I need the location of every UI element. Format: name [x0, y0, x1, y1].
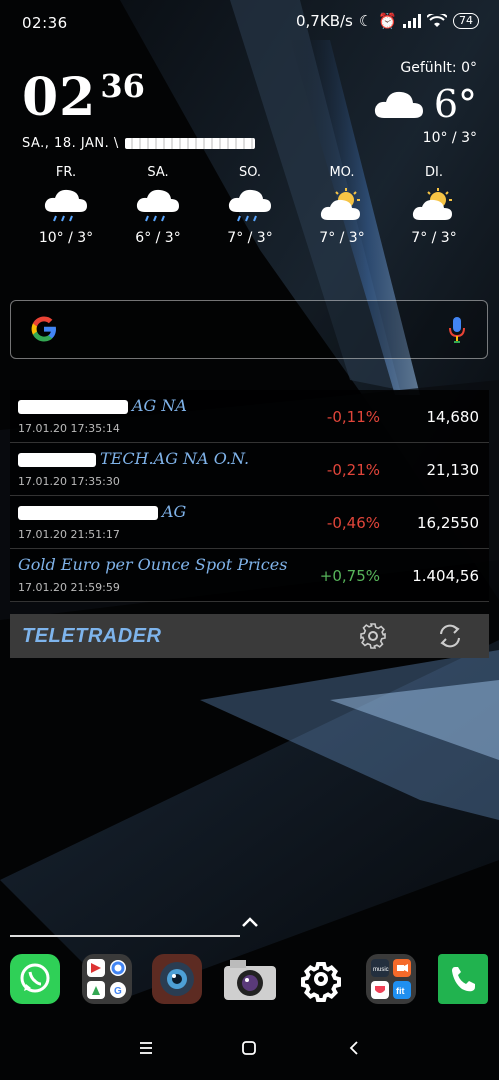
clock-minute: 36	[100, 67, 145, 105]
stock-name-line: TECH.AG NA O.N.	[18, 449, 249, 468]
forecast-day: FR. 10° / 3°	[20, 165, 112, 246]
rain-cloud-icon	[44, 189, 87, 222]
navigation-bar	[0, 1030, 499, 1070]
net-speed: 0,7KB/s	[296, 12, 353, 30]
forecast-day-name: SA.	[147, 165, 169, 180]
stock-timestamp: 17.01.20 17:35:30	[18, 475, 120, 488]
clock-hour: 02	[22, 67, 97, 128]
stock-change: +0,75%	[319, 567, 380, 585]
phone-icon[interactable]	[438, 954, 488, 1004]
redacted-text	[18, 399, 128, 414]
forecast-range: 7° / 3°	[227, 230, 273, 246]
stock-change: -0,21%	[326, 461, 380, 479]
redacted-text	[18, 452, 96, 467]
stock-price: 21,130	[426, 461, 480, 479]
stock-change: -0,11%	[326, 408, 380, 426]
current-temperature: 6°	[433, 82, 477, 126]
google-search-bar[interactable]	[10, 300, 488, 359]
stock-timestamp: 17.01.20 17:35:14	[18, 422, 120, 435]
current-range: 10° / 3°	[422, 130, 477, 146]
forecast-day: MO. 7° / 3°	[296, 165, 388, 246]
alarm-icon: ⏰	[378, 12, 397, 30]
stock-name-line: AG	[18, 502, 186, 521]
forecast-day-name: DI.	[425, 165, 443, 180]
date-text: SA., 18. JAN. \	[22, 136, 119, 151]
forecast-row: FR. 10° / 3° SA. 6° / 3° SO. 7° / 3° MO.…	[0, 165, 499, 246]
forecast-range: 10° / 3°	[38, 230, 94, 246]
forecast-range: 7° / 3°	[411, 230, 457, 246]
forecast-day: SO. 7° / 3°	[204, 165, 296, 246]
teletrader-toolbar: TELETRADER	[10, 614, 489, 658]
feels-like: Gefühlt: 0°	[400, 60, 477, 76]
page-indicator	[10, 935, 240, 937]
svg-text:fit: fit	[396, 986, 405, 996]
current-weather[interactable]: 6°	[374, 82, 477, 126]
stock-timestamp: 17.01.20 21:59:59	[18, 581, 120, 594]
redacted-text	[18, 505, 158, 520]
rain-cloud-icon	[136, 189, 179, 222]
clock-widget[interactable]: 02 36	[22, 67, 145, 124]
stock-name: TECH.AG NA O.N.	[100, 449, 250, 468]
lens-camera-app-icon[interactable]	[152, 954, 202, 1004]
whatsapp-icon[interactable]	[10, 954, 60, 1004]
stock-price: 1.404,56	[412, 567, 479, 585]
stock-name: AG	[162, 502, 187, 521]
wifi-icon	[427, 14, 447, 27]
forecast-day-name: MO.	[329, 165, 355, 180]
forecast-day-name: FR.	[55, 165, 77, 180]
menu-icon[interactable]	[138, 1040, 154, 1056]
refresh-icon[interactable]	[437, 623, 463, 649]
stock-name: Gold Euro per Ounce Spot Prices	[18, 555, 288, 574]
signal-icon	[403, 14, 421, 28]
dock: G music fit	[0, 954, 499, 1006]
forecast-day: SA. 6° / 3°	[112, 165, 204, 246]
svg-text:music: music	[373, 967, 389, 973]
partly-sunny-icon	[320, 188, 360, 220]
date-line: SA., 18. JAN. \	[22, 136, 255, 151]
rain-cloud-icon	[228, 189, 271, 222]
google-logo-icon	[31, 316, 56, 342]
stock-timestamp: 17.01.20 21:51:17	[18, 528, 120, 541]
stock-row[interactable]: Gold Euro per Ounce Spot Prices 17.01.20…	[10, 549, 489, 602]
stock-name: AG NA	[132, 396, 187, 415]
camera-app-icon[interactable]	[222, 954, 276, 1004]
back-icon[interactable]	[346, 1040, 362, 1056]
status-time: 02:36	[22, 14, 68, 32]
stock-row[interactable]: TECH.AG NA O.N. 17.01.20 17:35:30 -0,21%…	[10, 443, 489, 496]
partly-sunny-icon	[412, 188, 452, 220]
stock-name-line: AG NA	[18, 396, 187, 415]
stock-price: 14,680	[426, 408, 480, 426]
battery-indicator: 74	[453, 13, 479, 29]
stock-row[interactable]: AG 17.01.20 21:51:17 -0,46% 16,2550	[10, 496, 489, 549]
forecast-day-name: SO.	[238, 165, 262, 180]
microphone-icon[interactable]	[447, 315, 467, 345]
stock-change: -0,46%	[326, 514, 380, 532]
gear-icon[interactable]	[360, 623, 386, 649]
stock-row[interactable]: AG NA 17.01.20 17:35:14 -0,11% 14,680	[10, 390, 489, 443]
moon-icon: ☾	[358, 12, 373, 30]
teletrader-logo[interactable]: TELETRADER	[22, 625, 161, 648]
google-folder-icon[interactable]: G	[82, 954, 132, 1004]
svg-text:G: G	[114, 986, 122, 997]
forecast-range: 7° / 3°	[319, 230, 365, 246]
stock-price: 16,2550	[416, 514, 479, 532]
teletrader-widget: AG NA 17.01.20 17:35:14 -0,11% 14,680 TE…	[10, 390, 489, 602]
home-icon[interactable]	[241, 1040, 257, 1056]
chevron-up-icon[interactable]	[240, 912, 260, 932]
cloud-icon	[374, 91, 423, 118]
settings-gear-icon[interactable]	[296, 954, 346, 1004]
forecast-day: DI. 7° / 3°	[388, 165, 480, 246]
media-folder-icon[interactable]: music fit	[366, 954, 416, 1004]
forecast-range: 6° / 3°	[135, 230, 181, 246]
redacted-text	[124, 138, 255, 149]
status-bar: 02:36 0,7KB/s ☾ ⏰ 74	[0, 0, 499, 44]
